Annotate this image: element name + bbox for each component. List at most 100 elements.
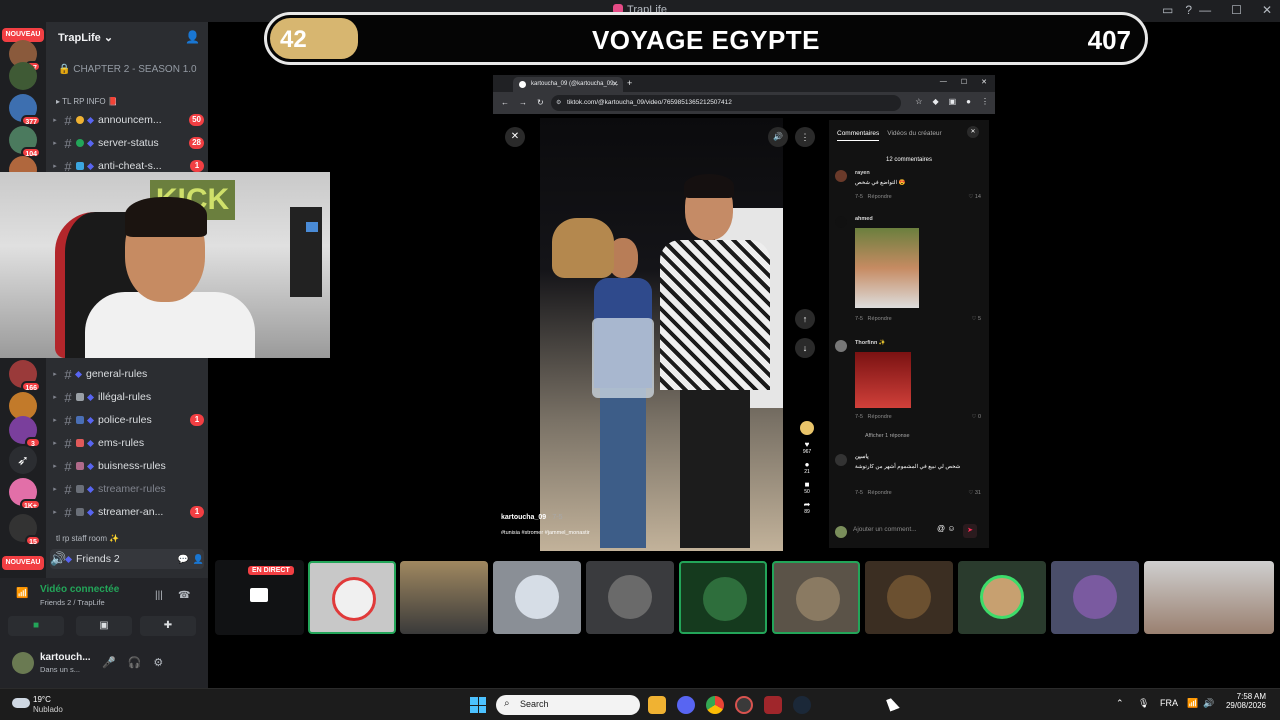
minimize-button[interactable]: — xyxy=(1199,3,1211,17)
camera-button[interactable]: ■ xyxy=(8,616,64,636)
bookmark-star-icon[interactable]: ☆ xyxy=(915,97,922,106)
category-header[interactable]: tl rp staff room ✨ xyxy=(56,534,119,543)
video-hashtags[interactable]: #tunisia #stromer #jammel_monastir xyxy=(501,530,590,536)
comment-image[interactable] xyxy=(855,352,911,408)
participant-tile[interactable] xyxy=(679,561,767,634)
close-video-button[interactable]: ✕ xyxy=(505,127,525,147)
participant-tile[interactable] xyxy=(958,561,1046,634)
heart-icon[interactable]: ♥ xyxy=(798,441,816,449)
avatar[interactable] xyxy=(12,652,34,674)
comment-likes[interactable]: ♡ 5 xyxy=(971,316,981,322)
mention-emoji-icons[interactable]: @ ☺ xyxy=(937,524,956,533)
maximize-button[interactable]: ☐ xyxy=(961,78,967,86)
avatar[interactable] xyxy=(835,340,847,352)
file-explorer-icon[interactable] xyxy=(648,696,666,714)
minimize-button[interactable]: — xyxy=(940,78,947,86)
participant-tile[interactable] xyxy=(865,561,953,634)
site-info-icon[interactable]: ⚙ xyxy=(556,99,561,106)
bookmark-icon[interactable]: ■ xyxy=(798,481,816,489)
participant-tile[interactable] xyxy=(400,561,488,634)
category-header[interactable]: ▸ TL RP INFO 📕 xyxy=(56,97,118,106)
chevron-up-icon[interactable]: ⌃ xyxy=(1116,698,1124,709)
app-icon[interactable] xyxy=(764,696,782,714)
tab-comments[interactable]: Commentaires xyxy=(837,130,880,141)
show-replies[interactable]: Afficher 1 réponse xyxy=(835,433,985,445)
puzzle-icon[interactable]: ▣ xyxy=(949,97,957,106)
tiktok-video[interactable] xyxy=(540,118,783,551)
inbox-icon[interactable]: ▭ xyxy=(1162,3,1173,17)
channel-item[interactable]: ▸ # announcem... 50 xyxy=(50,110,204,130)
channel-item[interactable]: ▸ # ems-rules xyxy=(50,433,204,453)
signal-icon[interactable]: 📶 xyxy=(16,588,28,599)
participant-tile[interactable] xyxy=(493,561,581,634)
server-icon[interactable]: 3 xyxy=(9,416,41,448)
reply-link[interactable]: Répondre xyxy=(868,490,892,496)
post-comment-button[interactable]: ➤ xyxy=(963,524,977,538)
server-icon[interactable]: 1K+ xyxy=(9,478,41,510)
avatar[interactable] xyxy=(835,216,847,228)
profile-icon[interactable]: ● xyxy=(966,97,971,106)
more-options-icon[interactable]: ⋮ xyxy=(795,127,815,147)
channel-item[interactable]: ▸ # illégal-rules xyxy=(50,387,204,407)
close-panel-icon[interactable]: ✕ xyxy=(967,126,979,138)
server-icon[interactable] xyxy=(9,62,37,90)
server-header[interactable]: TrapLife ⌄ 👤 xyxy=(46,22,208,54)
extension-icon[interactable]: ◆ xyxy=(932,97,938,106)
reply-link[interactable]: Répondre xyxy=(868,194,892,200)
menu-icon[interactable]: ⋮ xyxy=(981,97,989,106)
comment-user[interactable]: ياسين xyxy=(855,454,869,460)
comment-user[interactable]: ahmed xyxy=(855,216,873,222)
discord-icon[interactable] xyxy=(677,696,695,714)
headphones-icon[interactable]: 🎧 xyxy=(128,656,142,669)
comment-icon[interactable]: ● xyxy=(798,461,816,469)
new-tab-button[interactable]: + xyxy=(627,78,632,88)
volume-icon[interactable]: 🔊 xyxy=(768,127,788,147)
avatar[interactable] xyxy=(835,170,847,182)
disconnect-icon[interactable]: ☎ xyxy=(178,590,190,601)
reload-icon[interactable]: ↻ xyxy=(537,98,544,107)
comment-user[interactable]: rayen xyxy=(855,170,870,176)
comment-input[interactable]: Ajouter un comment... xyxy=(853,526,917,533)
voice-channel-item[interactable]: 🔊 Friends 2 💬 👤 xyxy=(50,549,204,569)
channel-item[interactable]: ▸ # police-rules 1 xyxy=(50,410,204,430)
channel-item[interactable]: ▸ # server-status 28 xyxy=(50,133,204,153)
server-icon[interactable]: 104 xyxy=(9,126,41,158)
taskbar-search[interactable]: ⌕ Search xyxy=(496,695,640,715)
microphone-icon[interactable]: 🎤 xyxy=(102,656,116,669)
back-icon[interactable]: ← xyxy=(501,98,509,107)
close-button[interactable]: ✕ xyxy=(981,78,987,86)
participant-tile[interactable] xyxy=(1144,561,1274,634)
steam-icon[interactable] xyxy=(793,696,811,714)
chrome-icon[interactable] xyxy=(706,696,724,714)
activities-button[interactable]: ✚ xyxy=(140,616,196,636)
reply-link[interactable]: Répondre xyxy=(868,414,892,420)
participant-tile[interactable] xyxy=(308,561,396,634)
forward-icon[interactable]: → xyxy=(519,98,527,107)
close-tab-icon[interactable]: ✕ xyxy=(612,80,618,88)
channel-item[interactable]: ▸ # buisness-rules xyxy=(50,456,204,476)
share-icon[interactable]: ➦ xyxy=(798,501,816,509)
reply-link[interactable]: Répondre xyxy=(868,316,892,322)
maximize-button[interactable]: ☐ xyxy=(1231,3,1242,17)
avatar[interactable] xyxy=(835,454,847,466)
help-icon[interactable]: ? xyxy=(1185,3,1192,17)
start-button[interactable] xyxy=(470,697,486,713)
microphone-icon[interactable]: 🎙 xyxy=(1138,698,1149,709)
participant-tile[interactable] xyxy=(772,561,860,634)
screen-share-button[interactable]: ▣ xyxy=(76,616,132,636)
server-icon[interactable]: 15 xyxy=(9,514,41,546)
voice-channel-path[interactable]: Friends 2 / TrapLife xyxy=(40,598,105,607)
arrow-server-icon[interactable]: ➶ xyxy=(9,446,37,474)
chat-icon[interactable]: 💬 xyxy=(178,554,189,565)
invite-icon[interactable]: 👤 xyxy=(193,554,204,565)
browser-tab[interactable]: kartoucha_09 (@kartoucha_09... ✕ xyxy=(513,77,623,92)
gear-icon[interactable]: ⚙ xyxy=(153,656,163,669)
clock[interactable]: 7:58 AM 29/08/2026 xyxy=(1226,692,1266,710)
channel-item[interactable]: ▸ # streamer-an... 1 xyxy=(50,502,204,522)
comment-image[interactable] xyxy=(855,228,919,308)
comment-likes[interactable]: ♡ 0 xyxy=(971,414,981,420)
participant-tile[interactable] xyxy=(1051,561,1139,634)
comment-likes[interactable]: ♡ 14 xyxy=(968,194,981,200)
next-video-button[interactable]: ↓ xyxy=(795,338,815,358)
previous-video-button[interactable]: ↑ xyxy=(795,309,815,329)
